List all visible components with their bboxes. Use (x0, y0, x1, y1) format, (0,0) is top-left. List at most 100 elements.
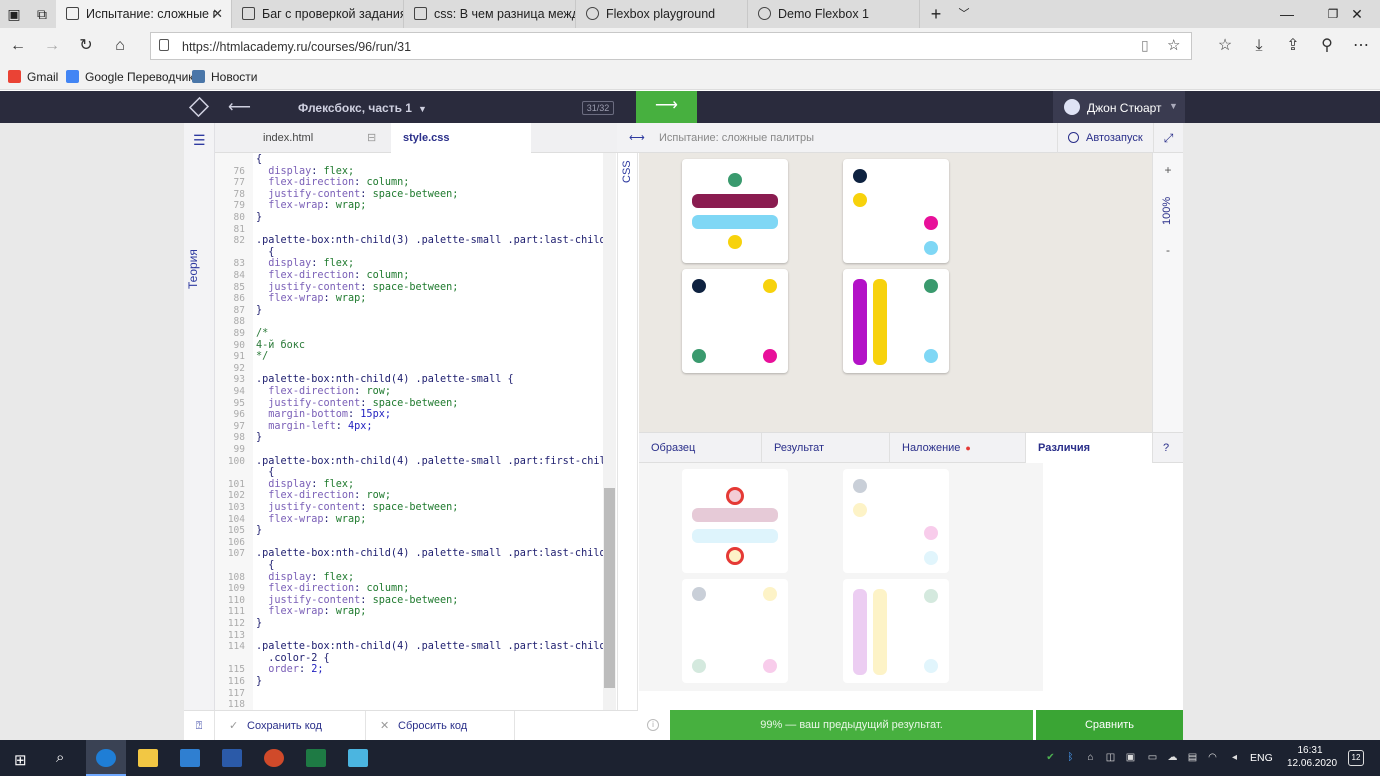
info-icon[interactable]: i (647, 719, 659, 731)
zoom-out-button[interactable]: - (1153, 243, 1183, 257)
download-icon[interactable]: ⤓ (1247, 34, 1271, 58)
tray-icon[interactable]: ⌂ (1084, 752, 1097, 764)
line-number: 80 (233, 212, 245, 223)
network-icon[interactable]: ▤ (1186, 752, 1199, 764)
clock[interactable]: 16:31 12.06.2020 (1287, 744, 1337, 770)
tab-index-html[interactable]: index.html ⊟ (215, 123, 391, 153)
tray-icon[interactable]: ◫ (1104, 752, 1117, 764)
tab-style-css[interactable]: style.css (391, 123, 531, 153)
wifi-icon[interactable]: ◠ (1206, 752, 1219, 764)
user-menu[interactable]: Джон Стюарт ▼ (1053, 91, 1185, 123)
hint-icon[interactable]: ⍰ (184, 711, 215, 741)
line-number: 112 (227, 618, 245, 629)
browser-tab[interactable]: Demo Flexbox 1 (748, 0, 920, 28)
save-code-button[interactable]: ✓ Сохранить код (215, 711, 366, 741)
close-icon[interactable]: ✕ (212, 6, 223, 22)
word-app[interactable] (212, 740, 252, 776)
star-icon[interactable]: ☆ (1167, 36, 1180, 54)
security-icon[interactable]: ✔ (1044, 752, 1057, 764)
course-selector[interactable]: Флексбокс, часть 1 ▼ (298, 101, 427, 115)
line-number: 81 (233, 223, 245, 235)
mail-app[interactable] (170, 740, 210, 776)
compare-button[interactable]: Сравнить (1036, 710, 1183, 740)
favorites-icon[interactable]: ☆ (1213, 34, 1237, 58)
yellow-dot (763, 587, 777, 601)
collapse-icon[interactable]: ⊟ (367, 123, 376, 153)
compare-tabs: Образец Результат Наложение ● Различия ? (639, 432, 1183, 463)
code-line: flex-wrap: wrap; (268, 513, 367, 525)
zoom-in-button[interactable]: + (1153, 163, 1183, 177)
cyan-dot (924, 349, 938, 363)
tab-sample[interactable]: Образец (639, 433, 762, 463)
bluetooth-icon[interactable]: ᛒ (1064, 752, 1077, 764)
battery-icon[interactable]: ▭ (1146, 752, 1159, 764)
code-line: justify-content: space-between; (268, 397, 459, 409)
search-button[interactable]: ⌕ (44, 740, 84, 776)
academy-logo-icon[interactable] (188, 96, 210, 118)
line-number: 96 (233, 409, 245, 421)
prev-arrow-icon[interactable]: ⟵ (228, 97, 251, 117)
bookmark-gmail[interactable]: Gmail (8, 70, 58, 84)
tab-result[interactable]: Результат (762, 433, 890, 463)
browser-tab[interactable]: Flexbox playground (576, 0, 748, 28)
search-icon: ⌕ (56, 749, 65, 766)
refresh-icon[interactable]: ↻ (74, 34, 98, 58)
menu-icon[interactable]: ☰ (193, 132, 206, 149)
maroon-bar (692, 194, 778, 208)
browser-tab[interactable]: css: В чем разница между - (404, 0, 576, 28)
tab-diff[interactable]: Различия (1026, 433, 1153, 463)
tray-icon[interactable]: ▣ (1124, 752, 1137, 764)
back-icon[interactable]: ← (6, 34, 30, 58)
browser-tab[interactable]: Испытание: сложные г ✕ (56, 0, 232, 28)
volume-icon[interactable]: ◂ (1228, 752, 1241, 764)
cloud-icon[interactable]: ☁ (1166, 752, 1179, 764)
edge-app[interactable] (86, 740, 126, 776)
new-tab-button[interactable]: + (922, 0, 950, 28)
tab-overlay[interactable]: Наложение ● (890, 433, 1026, 463)
excel-app[interactable] (296, 740, 336, 776)
reading-view-icon[interactable]: ▯ (1141, 37, 1149, 54)
editor-scrollbar[interactable] (603, 153, 616, 710)
tab-actions-icon[interactable]: ▣ (0, 0, 28, 28)
cyan-dot (924, 659, 938, 673)
expand-icon[interactable]: ⤢ (1153, 123, 1183, 153)
help-button[interactable]: ? (1153, 433, 1183, 463)
swap-icon[interactable]: ⟷ (629, 131, 645, 144)
home-icon[interactable]: ⌂ (108, 34, 132, 58)
code-line: { (256, 246, 275, 258)
bookmark-news[interactable]: Новости (192, 70, 257, 84)
forward-icon[interactable]: → (40, 34, 64, 58)
tab-preview-icon[interactable]: ⧉ (28, 0, 56, 28)
start-button[interactable]: ⊞ (0, 740, 44, 776)
yellow-dot (728, 235, 742, 249)
photos-app[interactable] (338, 740, 378, 776)
code-editor[interactable]: { display: flex; flex-direction: column;… (253, 153, 603, 710)
code-line: flex-wrap: wrap; (268, 293, 367, 305)
notification-icon[interactable]: 12 (1348, 750, 1364, 766)
more-icon[interactable]: ⋯ (1349, 34, 1373, 58)
chevron-down-icon[interactable]: ﹀ (950, 0, 978, 28)
language-indicator[interactable]: ENG (1250, 752, 1273, 764)
avatar (1064, 99, 1080, 115)
line-number: 116 (227, 676, 245, 687)
indicator-dot: ● (965, 443, 971, 453)
minimize-button[interactable]: — (1264, 0, 1310, 28)
bookmark-translate[interactable]: Google Переводчик (66, 70, 194, 84)
extension-icon[interactable]: ⚲ (1315, 34, 1339, 58)
scrollbar-thumb[interactable] (604, 488, 615, 688)
zoom-level: 100% (1161, 196, 1173, 225)
share-icon[interactable]: ⇪ (1281, 34, 1305, 58)
theory-tab[interactable]: Теория (186, 239, 200, 289)
code-line: flex-direction: column; (268, 177, 410, 189)
next-step-button[interactable]: ⟶ (636, 91, 697, 123)
reset-code-button[interactable]: ✕ Сбросить код (366, 711, 515, 741)
yellow-dot (853, 193, 867, 207)
line-number: 102 (227, 490, 245, 502)
close-window-button[interactable]: ✕ (1334, 0, 1380, 28)
autorun-button[interactable]: Автозапуск (1057, 123, 1153, 153)
powerpoint-app[interactable] (254, 740, 294, 776)
page-margin-left (0, 123, 184, 740)
browser-tab[interactable]: Баг с проверкой задания - (232, 0, 404, 28)
explorer-app[interactable] (128, 740, 168, 776)
address-bar[interactable]: https://htmlacademy.ru/courses/96/run/31… (150, 32, 1192, 60)
